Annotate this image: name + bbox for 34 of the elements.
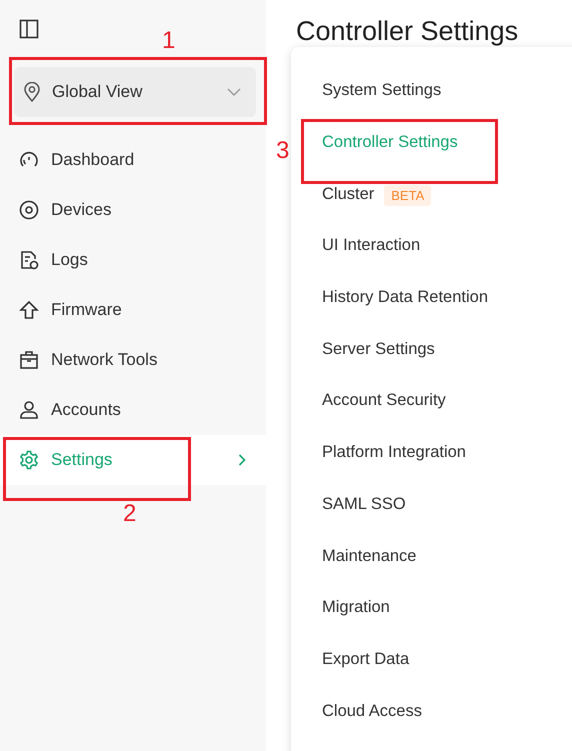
nav-item[interactable]: Network Tools [0,335,266,385]
submenu-item[interactable]: Cloud Access [322,702,422,721]
sidebar-toggle-icon[interactable] [19,19,39,39]
submenu-item[interactable]: History Data Retention [322,288,488,308]
submenu-item[interactable]: Migration [322,598,390,618]
page-title: Controller Settings [296,16,520,47]
submenu-item[interactable]: Account Security [322,391,446,410]
nav-item[interactable]: Dashboard [0,135,266,185]
location-pin-icon [23,82,41,102]
submenu-item[interactable]: System Settings [322,81,442,100]
upload-arrow-icon [18,299,40,321]
submenu-item[interactable]: Export Data [322,650,410,669]
submenu-item[interactable]: Server Settings [322,340,435,359]
nav-item[interactable]: Accounts [0,385,266,435]
annotation-number: 3 [276,139,290,163]
gear-icon [18,449,40,471]
nav-item[interactable]: Firmware [0,285,266,335]
annotation-number: 1 [162,29,176,53]
submenu-item[interactable]: Maintenance [322,546,416,566]
chevron-down-icon [227,88,241,96]
submenu-item[interactable]: Platform Integration [322,443,466,462]
nav-item[interactable]: Devices [0,185,266,235]
chevron-right-icon [238,454,246,466]
beta-badge: BETA [384,185,432,206]
toolbox-icon [18,349,40,371]
target-icon [18,199,40,221]
submenu-item[interactable]: Cluster [322,184,374,204]
site-selector[interactable]: Global View [14,67,256,117]
person-icon [18,399,40,421]
submenu-item[interactable]: UI Interaction [322,236,420,256]
submenu-item[interactable]: SAML SSO [322,494,406,514]
nav-item[interactable]: Logs [0,235,266,285]
document-icon [18,249,40,271]
annotation-number: 2 [123,502,136,526]
